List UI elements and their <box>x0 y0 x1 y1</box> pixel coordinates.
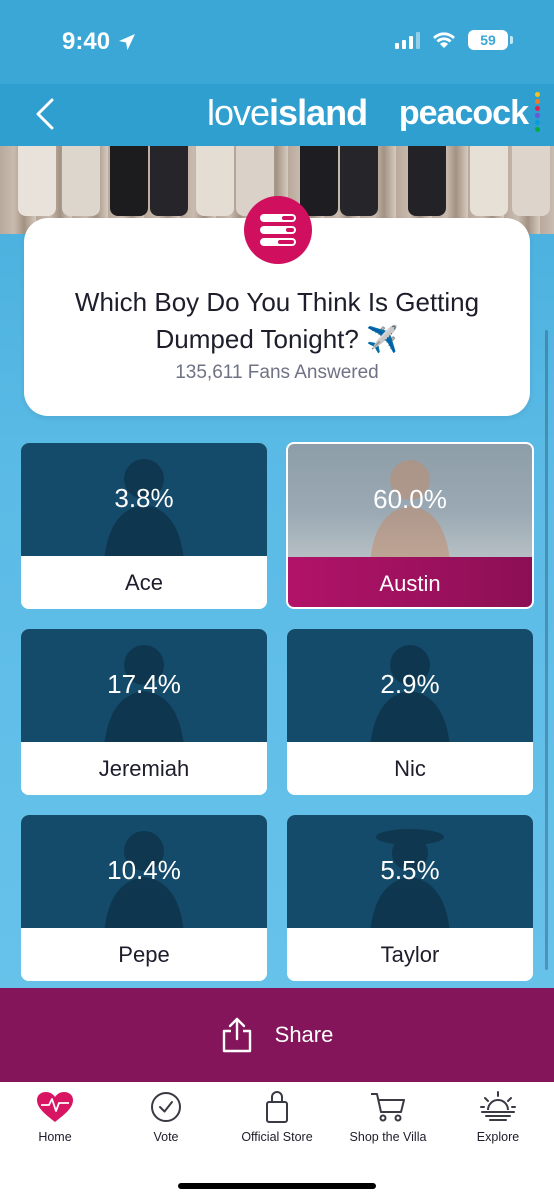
peacock-dots-icon <box>535 92 540 132</box>
option-percent: 17.4% <box>107 669 181 699</box>
wifi-icon <box>433 32 455 48</box>
sunset-icon <box>480 1091 516 1121</box>
peacock-logo: peacock <box>398 94 529 132</box>
battery-icon: 59 <box>468 30 513 50</box>
status-time: 9:40 <box>62 28 136 56</box>
option-name: Taylor <box>287 928 533 981</box>
chevron-left-icon <box>36 98 54 130</box>
tab-label: Home <box>38 1130 72 1144</box>
cart-icon <box>371 1093 405 1122</box>
location-arrow-icon <box>119 34 136 50</box>
option-name: Austin <box>288 557 532 607</box>
status-bar: 9:40 59 <box>0 0 554 84</box>
option-name: Pepe <box>21 928 267 981</box>
fans-answered-count: 135,611 Fans Answered <box>175 362 379 383</box>
cellular-signal-icon <box>395 31 420 49</box>
share-label: Share <box>274 1022 334 1047</box>
share-button[interactable]: Share <box>0 988 554 1082</box>
option-card-pepe[interactable]: 10.4% Pepe <box>21 815 267 981</box>
option-percent: 2.9% <box>380 669 440 699</box>
share-icon <box>222 1017 251 1053</box>
tab-label: Explore <box>476 1130 520 1144</box>
battery-level: 59 <box>480 32 496 48</box>
tab-label: Shop the Villa <box>349 1130 427 1144</box>
tab-vote[interactable]: Vote <box>111 1090 221 1144</box>
bag-icon <box>266 1091 288 1123</box>
option-percent: 10.4% <box>107 855 181 885</box>
tab-label: Official Store <box>241 1130 313 1144</box>
option-name: Jeremiah <box>21 742 267 795</box>
question-title: Which Boy Do You Think Is Getting Dumped… <box>74 287 480 354</box>
option-name: Ace <box>21 556 267 609</box>
tab-home[interactable]: Home <box>0 1090 110 1144</box>
option-card-jeremiah[interactable]: 17.4% Jeremiah <box>21 629 267 795</box>
tab-explore[interactable]: Explore <box>443 1090 553 1144</box>
logo-island: island <box>269 92 368 133</box>
option-card-nic[interactable]: 2.9% Nic <box>287 629 533 795</box>
clock: 9:40 <box>62 28 111 55</box>
logo-love: love <box>207 92 270 133</box>
option-name: Nic <box>287 742 533 795</box>
heart-icon <box>37 1092 73 1122</box>
option-percent: 5.5% <box>380 855 440 885</box>
app-header: loveisland peacock <box>0 84 554 146</box>
check-circle-icon <box>151 1092 181 1122</box>
option-card-austin[interactable]: 60.0% Austin <box>286 442 534 609</box>
tab-label: Vote <box>153 1130 179 1144</box>
option-percent: 60.0% <box>373 484 447 514</box>
tab-official-store[interactable]: Official Store <box>222 1090 332 1144</box>
status-indicators: 59 <box>395 30 513 50</box>
tab-shop-the-villa[interactable]: Shop the Villa <box>333 1090 443 1144</box>
back-button[interactable] <box>28 94 64 134</box>
option-card-ace[interactable]: 3.8% Ace <box>21 443 267 609</box>
poll-icon <box>244 196 312 264</box>
option-card-taylor[interactable]: 5.5% Taylor <box>287 815 533 981</box>
love-island-logo: loveisland <box>207 92 368 134</box>
scrollbar[interactable] <box>545 330 548 970</box>
option-percent: 3.8% <box>114 483 174 513</box>
home-indicator[interactable] <box>178 1183 376 1189</box>
